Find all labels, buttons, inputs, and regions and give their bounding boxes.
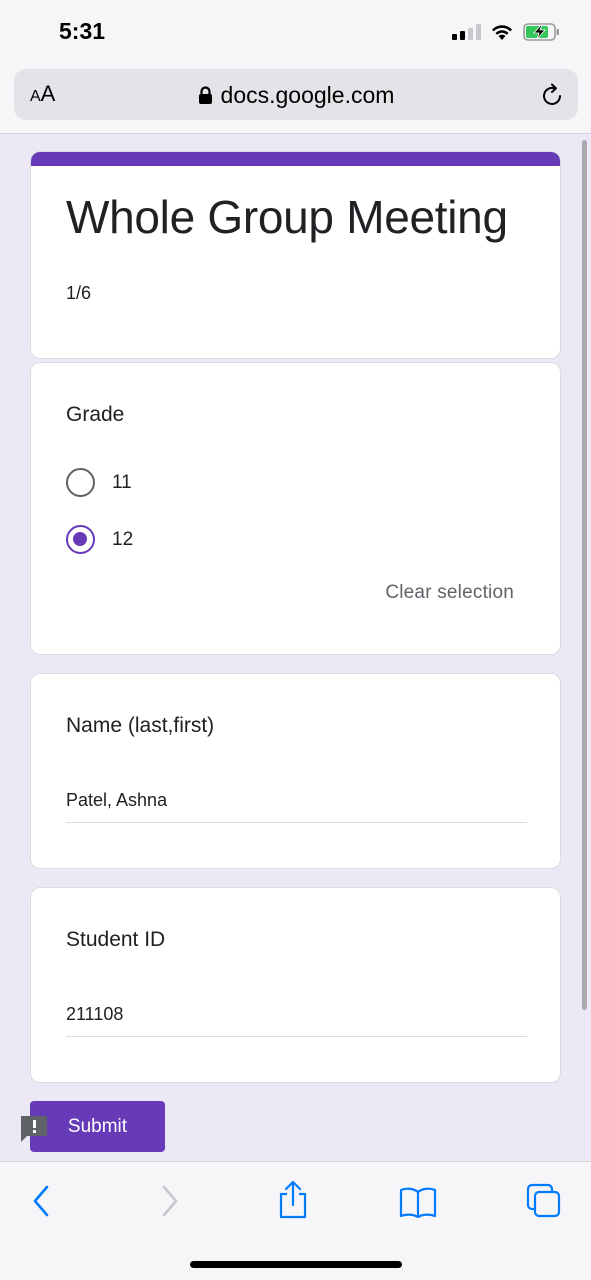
name-input[interactable]: Patel, Ashna: [66, 788, 527, 823]
question-card-student-id: Student ID 211108: [30, 887, 561, 1083]
back-icon[interactable]: [30, 1184, 54, 1223]
form-accent-bar: [31, 152, 560, 166]
radio-button-checked[interactable]: [66, 525, 95, 554]
page-content: Whole Group Meeting 1/6 Grade 11 12 Clea…: [0, 135, 591, 1161]
browser-address-area: AA docs.google.com: [0, 66, 591, 134]
radio-option-12[interactable]: 12: [66, 525, 133, 554]
status-bar: 5:31: [0, 0, 591, 66]
lock-icon: [198, 84, 213, 111]
forward-icon[interactable]: [157, 1184, 181, 1223]
question-card-name: Name (last,first) Patel, Ashna: [30, 673, 561, 869]
signal-icon: [452, 24, 481, 40]
scrollbar[interactable]: [582, 140, 587, 1010]
report-feedback-icon[interactable]: [19, 1114, 49, 1149]
question-label: Name (last,first): [66, 714, 215, 737]
form-title: Whole Group Meeting: [66, 191, 508, 243]
question-label: Grade: [66, 403, 125, 426]
page-indicator: 1/6: [66, 283, 92, 303]
question-card-grade: Grade 11 12 Clear selection: [30, 362, 561, 655]
url-text: docs.google.com: [220, 82, 395, 108]
share-icon[interactable]: [277, 1180, 309, 1225]
status-time: 5:31: [59, 18, 106, 44]
status-icons: [452, 20, 561, 44]
submit-button[interactable]: Submit: [30, 1101, 165, 1152]
form-header-card: Whole Group Meeting 1/6: [30, 151, 561, 359]
address-bar[interactable]: AA docs.google.com: [14, 69, 578, 120]
home-indicator: [190, 1261, 402, 1268]
wifi-icon: [490, 23, 514, 41]
radio-option-11[interactable]: 11: [66, 468, 132, 497]
question-label: Student ID: [66, 928, 166, 951]
battery-charging-icon: [523, 22, 561, 42]
radio-label: 12: [112, 528, 134, 550]
url-display[interactable]: docs.google.com: [14, 82, 578, 111]
tabs-icon[interactable]: [526, 1183, 562, 1224]
radio-label: 11: [112, 471, 132, 493]
reload-icon[interactable]: [541, 82, 565, 113]
bookmarks-icon[interactable]: [399, 1185, 437, 1224]
clear-selection-button[interactable]: Clear selection: [385, 582, 514, 604]
radio-button[interactable]: [66, 468, 95, 497]
student-id-input[interactable]: 211108: [66, 1002, 527, 1037]
